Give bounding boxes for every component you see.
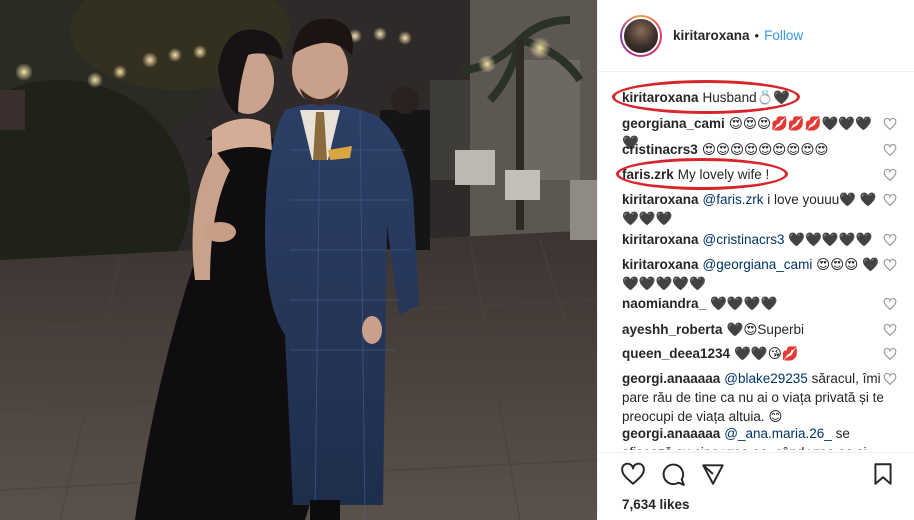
comment-like-heart-icon[interactable]: [883, 347, 897, 361]
comment-bubble-icon[interactable]: [660, 461, 686, 487]
comment-username[interactable]: kiritaroxana: [622, 232, 699, 247]
comment-text: My lovely wife !: [677, 167, 770, 182]
comment-like-heart-icon[interactable]: [883, 168, 897, 182]
comment-mention[interactable]: @georgiana_cami: [703, 257, 813, 272]
comment-item: kiritaroxana @georgiana_cami 😍😍😍 🖤🖤🖤🖤🖤🖤: [622, 255, 884, 293]
comment-username[interactable]: kiritaroxana: [622, 192, 699, 207]
comment-like-heart-icon[interactable]: [883, 143, 897, 157]
comment-item: cristinacrs3 😍😍😍😍😍😍😍😍😍: [622, 140, 884, 159]
header-separator: •: [754, 28, 760, 43]
comment-item: georgi.anaaaaa@_ana.maria.26_ se afișeaz…: [622, 424, 884, 450]
comment-item: kiritaroxana @cristinacrs3 🖤🖤🖤🖤🖤: [622, 230, 884, 249]
comment-like-heart-icon[interactable]: [883, 297, 897, 311]
comment-text: 🖤😍Superbi: [726, 322, 804, 337]
comment-username[interactable]: ayeshh_roberta: [622, 322, 723, 337]
share-icon[interactable]: [700, 461, 726, 487]
comment-like-heart-icon[interactable]: [883, 372, 897, 386]
comment-username[interactable]: faris.zrk: [622, 167, 674, 182]
post-actions: 7,634 likes: [598, 452, 914, 520]
comment-item: naomiandra_ 🖤🖤🖤🖤: [622, 294, 884, 313]
comment-mention[interactable]: @_ana.maria.26_: [724, 426, 832, 441]
comment-text: 🖤🖤🖤🖤🖤: [784, 232, 873, 247]
comments-list[interactable]: kiritaroxana Husband💍🖤 georgiana_cami 😍😍😍💋💋…: [598, 72, 914, 450]
comment-like-heart-icon[interactable]: [883, 323, 897, 337]
comment-mention[interactable]: @blake29235: [724, 371, 808, 386]
comment-item: queen_deea1234 🖤🖤😘💋: [622, 344, 884, 363]
comment-username[interactable]: georgi.anaaaaa: [622, 426, 720, 441]
comment-username[interactable]: cristinacrs3: [622, 142, 698, 157]
comment-item: kiritaroxana Husband💍🖤: [622, 88, 884, 107]
story-ring[interactable]: [620, 14, 662, 57]
likes-count[interactable]: 7,634 likes: [622, 497, 690, 512]
comment-username[interactable]: naomiandra_: [622, 296, 706, 311]
comment-username[interactable]: georgi.anaaaaa: [622, 371, 720, 386]
comment-username[interactable]: queen_deea1234: [622, 346, 730, 361]
comment-item: kiritaroxana @faris.zrk i love youuu🖤 🖤🖤🖤…: [622, 190, 884, 228]
comment-item: faris.zrk My lovely wife !: [622, 165, 884, 184]
heart-outline-icon[interactable]: [620, 461, 646, 487]
photo-illustration: [0, 0, 597, 520]
comment-item: ayeshh_roberta 🖤😍Superbi: [622, 320, 884, 339]
post-header: kiritaroxana • Follow: [598, 0, 914, 72]
comment-text: Husband💍🖤: [702, 90, 791, 105]
comment-text: 😍😍😍😍😍😍😍😍😍: [701, 142, 829, 157]
comment-like-heart-icon[interactable]: [883, 233, 897, 247]
comment-like-heart-icon[interactable]: [883, 193, 897, 207]
post-photo: [0, 0, 597, 520]
comment-username[interactable]: kiritaroxana: [622, 90, 699, 105]
avatar[interactable]: [622, 16, 660, 55]
comment-mention[interactable]: @faris.zrk: [703, 192, 764, 207]
header-username[interactable]: kiritaroxana: [673, 28, 750, 43]
comment-text: 🖤🖤😘💋: [734, 346, 799, 361]
comment-username[interactable]: kiritaroxana: [622, 257, 699, 272]
comment-username[interactable]: georgiana_cami: [622, 116, 725, 131]
comment-mention[interactable]: @cristinacrs3: [703, 232, 785, 247]
post-side-panel: kiritaroxana • Follow kiritaroxana Husban…: [597, 0, 914, 520]
bookmark-icon[interactable]: [870, 461, 896, 487]
comment-like-heart-icon[interactable]: [883, 258, 897, 272]
follow-button[interactable]: Follow: [764, 28, 803, 43]
comment-item: georgi.anaaaaa @blake29235 săracul, îmi p…: [622, 369, 884, 426]
comment-text: 🖤🖤🖤🖤: [710, 296, 778, 311]
comment-like-heart-icon[interactable]: [883, 117, 897, 131]
